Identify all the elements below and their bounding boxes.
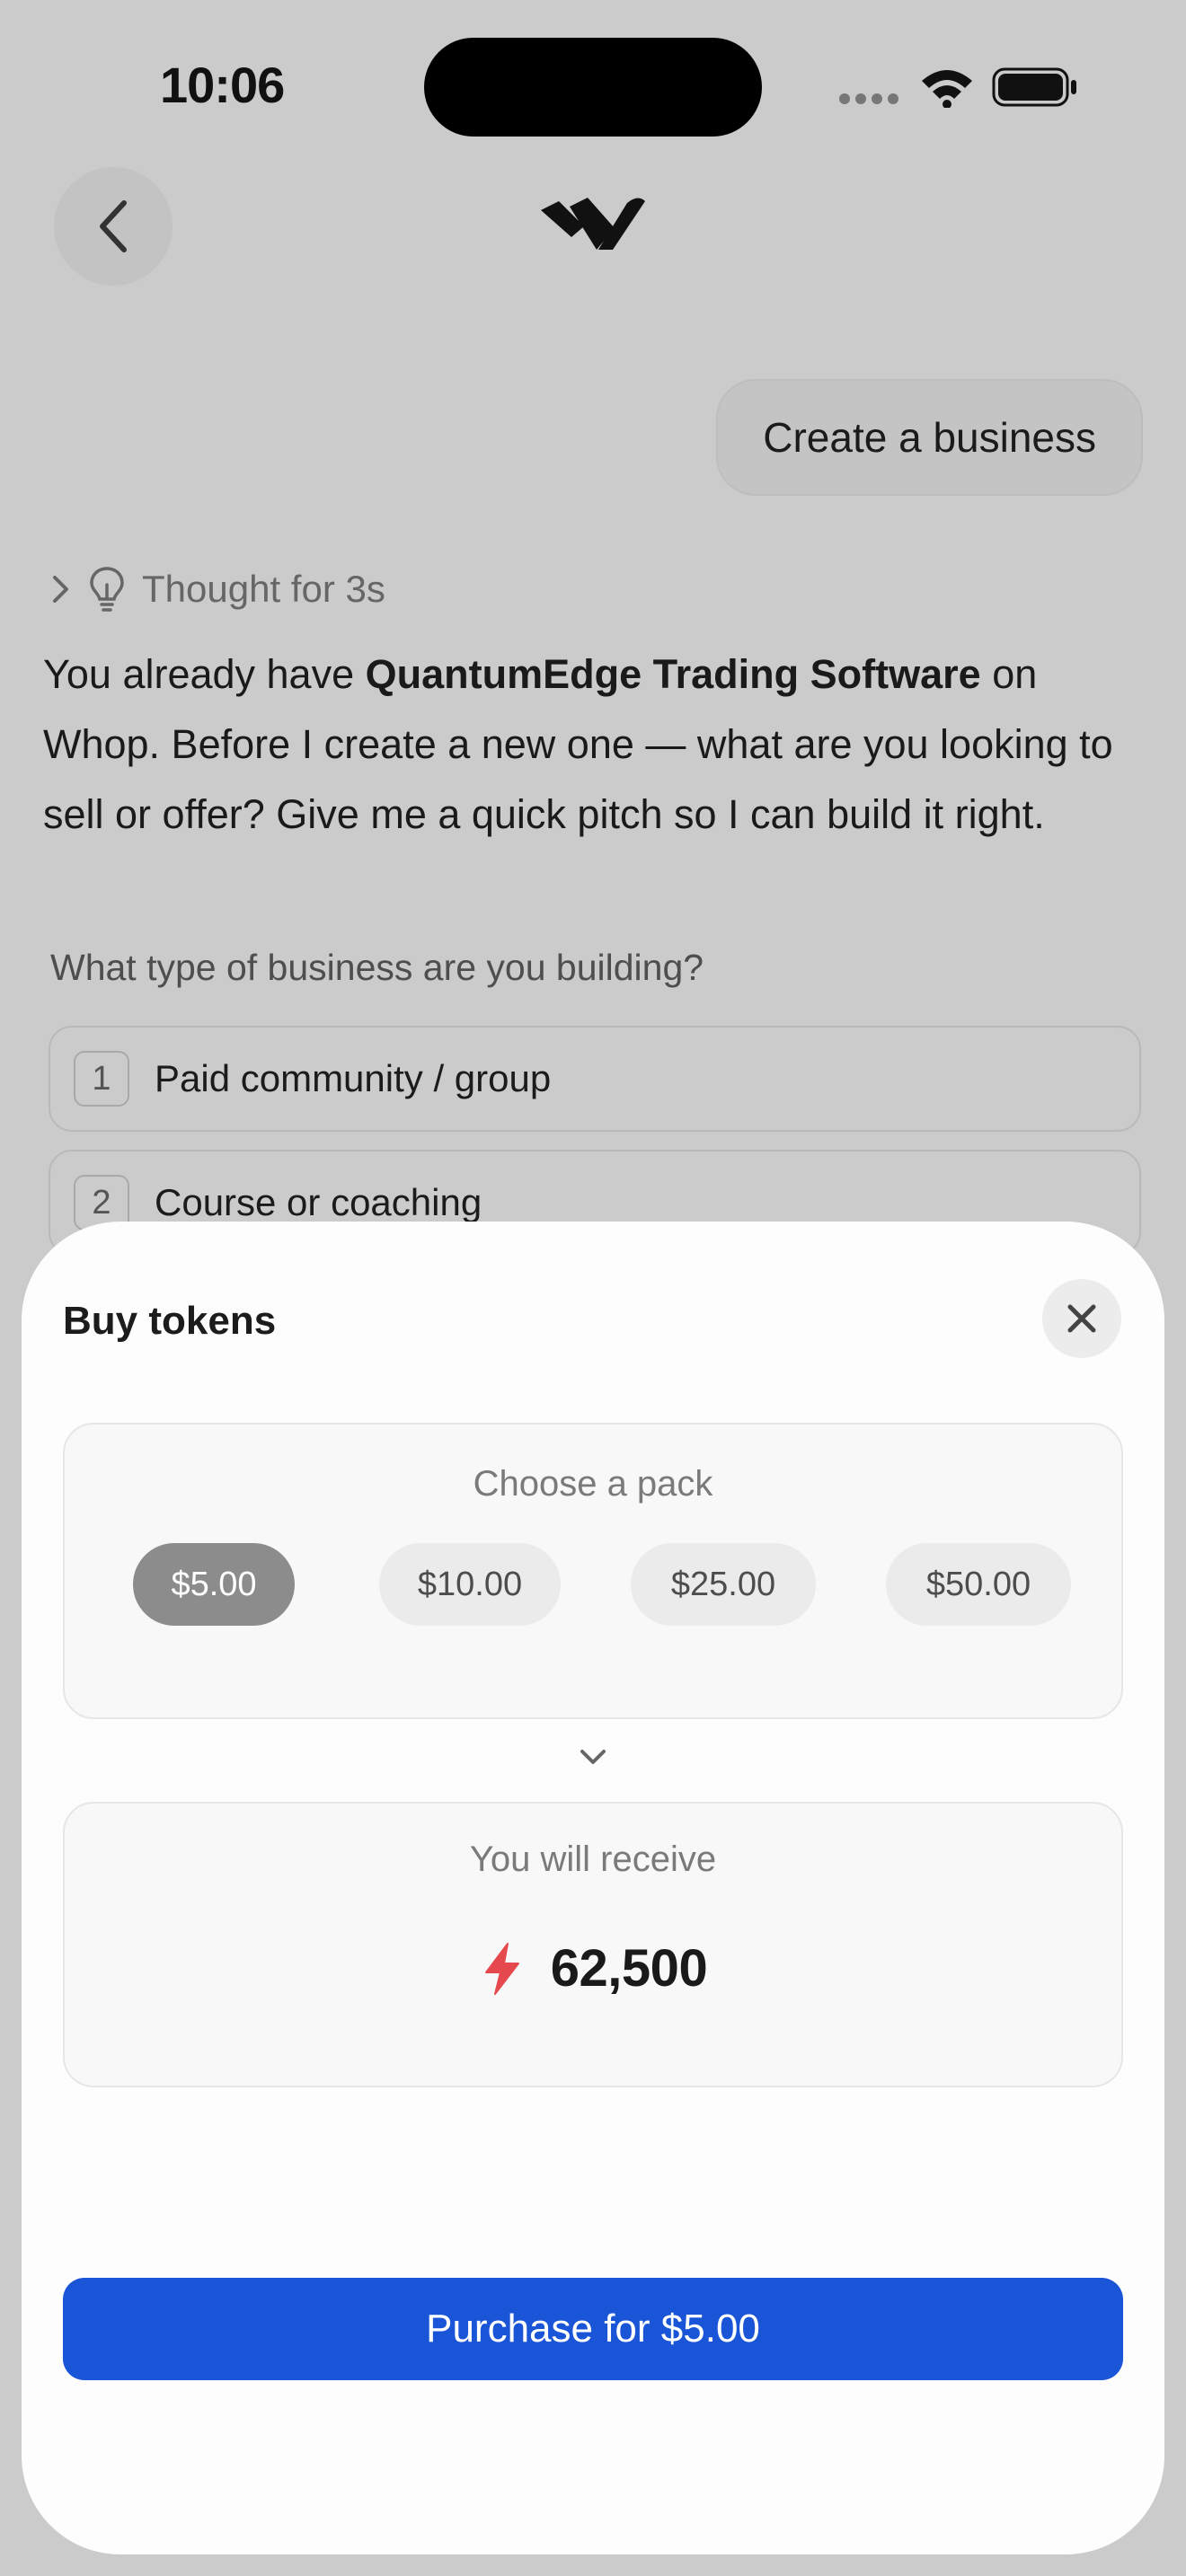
- option-number: 1: [74, 1051, 129, 1107]
- pack-option-25[interactable]: $25.00: [631, 1543, 816, 1626]
- user-message-bubble: Create a business: [716, 379, 1143, 496]
- whop-logo: [541, 198, 645, 250]
- close-button[interactable]: [1042, 1279, 1121, 1358]
- lightning-icon: [484, 1942, 519, 1995]
- buy-tokens-sheet: Buy tokens Choose a pack $5.00 $10.00 $2…: [22, 1222, 1164, 2554]
- receive-label: You will receive: [469, 1839, 717, 1879]
- option-label: Paid community / group: [155, 1057, 552, 1099]
- dynamic-island: [424, 38, 762, 137]
- close-icon: [1067, 1304, 1096, 1333]
- cellular-signal-icon: [839, 93, 898, 104]
- lightbulb-icon: [90, 567, 124, 612]
- back-button[interactable]: [54, 167, 173, 286]
- thought-label: Thought for 3s: [142, 568, 385, 610]
- token-amount: 62,500: [550, 1939, 708, 1998]
- assistant-message: You already have QuantumEdge Trading Sof…: [43, 640, 1148, 850]
- purchase-button[interactable]: Purchase for $5.00: [63, 2278, 1123, 2380]
- option-paid-community[interactable]: 1 Paid community / group: [49, 1026, 1141, 1132]
- pack-selector-card: Choose a pack $5.00 $10.00 $25.00 $50.00: [63, 1423, 1123, 1719]
- chevron-left-icon: [100, 200, 127, 252]
- pack-option-5[interactable]: $5.00: [133, 1543, 295, 1626]
- status-time: 10:06: [160, 57, 285, 113]
- sheet-title: Buy tokens: [63, 1299, 277, 1343]
- chevron-down-icon: [580, 1750, 606, 1764]
- pack-option-50[interactable]: $50.00: [886, 1543, 1071, 1626]
- wifi-icon: [922, 70, 972, 108]
- receive-card: You will receive 62,500: [63, 1802, 1123, 2087]
- chevron-right-icon: [53, 576, 68, 603]
- pack-selector-label: Choose a pack: [473, 1464, 713, 1504]
- option-label: Course or coaching: [155, 1181, 482, 1223]
- assistant-message-start: You already have: [43, 651, 366, 697]
- thought-toggle[interactable]: Thought for 3s: [50, 560, 385, 618]
- pack-option-10[interactable]: $10.00: [379, 1543, 561, 1626]
- business-type-question: What type of business are you building?: [50, 947, 704, 988]
- business-name: QuantumEdge Trading Software: [365, 651, 981, 697]
- token-amount-row: 62,500: [65, 1938, 1121, 1998]
- battery-icon: [992, 67, 1076, 107]
